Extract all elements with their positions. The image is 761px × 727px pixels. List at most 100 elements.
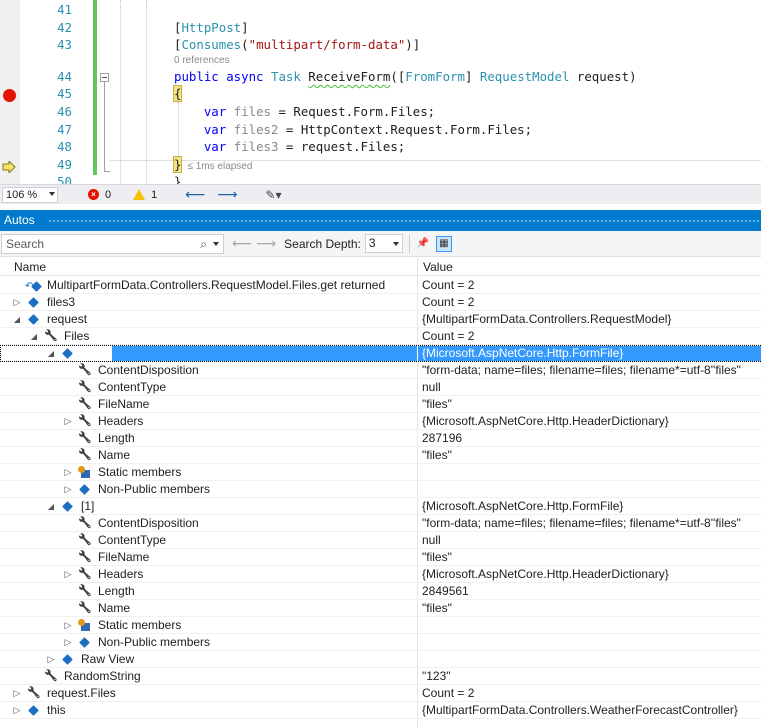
- table-row[interactable]: ▷ Static members: [0, 464, 761, 481]
- column-header-value[interactable]: Value: [423, 260, 453, 274]
- collapse-arrow-icon[interactable]: ◢: [46, 498, 56, 515]
- table-row[interactable]: 🔧 Length 2849561: [0, 583, 761, 600]
- variable-value[interactable]: Count = 2: [422, 685, 760, 702]
- variable-value[interactable]: "files": [422, 600, 760, 617]
- autos-window-title[interactable]: Autos: [0, 210, 761, 231]
- variable-value[interactable]: null: [422, 379, 760, 396]
- table-row[interactable]: 🔧 Length 287196: [0, 430, 761, 447]
- code-cleanup-icon[interactable]: ✎▾: [265, 188, 281, 202]
- table-row[interactable]: 🔧 Name "files": [0, 447, 761, 464]
- hex-display-icon[interactable]: ▦: [435, 235, 452, 252]
- variable-value[interactable]: Count = 2: [422, 328, 760, 345]
- expand-arrow-icon[interactable]: ▷: [46, 651, 56, 668]
- code-text[interactable]: }: [174, 173, 181, 184]
- chevron-down-icon: [49, 191, 55, 196]
- variable-value[interactable]: "files": [422, 447, 760, 464]
- variable-value[interactable]: "files": [422, 549, 760, 566]
- code-text[interactable]: [HttpPost]: [174, 19, 249, 37]
- search-previous-icon[interactable]: ⟵: [232, 235, 252, 252]
- property-wrench-icon: 🔧: [78, 381, 92, 393]
- variable-value[interactable]: 287196: [422, 430, 760, 447]
- variable-value[interactable]: Count = 2: [422, 277, 760, 294]
- variable-value[interactable]: {MultipartFormData.Controllers.WeatherFo…: [422, 702, 760, 719]
- code-line: 46 var files = Request.Form.Files;: [0, 103, 761, 121]
- table-row[interactable]: 🔧 ContentType null: [0, 379, 761, 396]
- expand-arrow-icon[interactable]: ▷: [63, 566, 73, 583]
- chevron-down-icon[interactable]: [213, 241, 219, 246]
- expand-arrow-icon[interactable]: ▷: [63, 634, 73, 651]
- object-icon: [27, 313, 41, 326]
- zoom-dropdown[interactable]: 106 %: [2, 186, 58, 203]
- table-row[interactable]: ▷ 🔧 request.Files Count = 2: [0, 685, 761, 702]
- collapse-arrow-icon[interactable]: ◢: [29, 328, 39, 345]
- variable-value[interactable]: {Microsoft.AspNetCore.Http.HeaderDiction…: [422, 566, 760, 583]
- collapse-arrow-icon[interactable]: ◢: [46, 345, 56, 362]
- table-row[interactable]: ▷ this {MultipartFormData.Controllers.Weat…: [0, 702, 761, 719]
- table-row[interactable]: ▷ Non-Public members: [0, 634, 761, 651]
- warning-count[interactable]: 1: [133, 189, 157, 201]
- table-row[interactable]: 🔧 Name "files": [0, 600, 761, 617]
- search-input[interactable]: [2, 236, 192, 251]
- search-box[interactable]: ⌕: [1, 233, 224, 254]
- search-icon[interactable]: ⌕: [200, 237, 207, 252]
- table-row[interactable]: ▷ Raw View: [0, 651, 761, 668]
- pin-icon[interactable]: 📌: [415, 236, 431, 252]
- search-depth-dropdown[interactable]: 3: [364, 234, 403, 253]
- table-row[interactable]: ▷ 🔧 Headers {Microsoft.AspNetCore.Http.Head…: [0, 566, 761, 583]
- property-wrench-icon: 🔧: [44, 670, 58, 682]
- code-text[interactable]: {: [172, 85, 183, 103]
- variable-value[interactable]: "form-data; name=files; filename=files; …: [422, 362, 760, 379]
- code-text[interactable]: var files3 = request.Files;: [174, 138, 405, 156]
- variable-name: Static members: [98, 618, 182, 632]
- table-row[interactable]: 🔧 FileName "files": [0, 549, 761, 566]
- code-text[interactable]: [Consumes("multipart/form-data")]: [174, 36, 420, 54]
- expand-arrow-icon[interactable]: ▷: [63, 481, 73, 498]
- table-row[interactable]: ◢ request {MultipartFormData.Controllers.R…: [0, 311, 761, 328]
- references-link[interactable]: 0 references: [174, 54, 230, 68]
- variable-value[interactable]: 2849561: [422, 583, 760, 600]
- table-row[interactable]: 🔧 ContentDisposition "form-data; name=file…: [0, 362, 761, 379]
- table-row[interactable]: ◢ [1] {Microsoft.AspNetCore.Http.FormFile}: [0, 498, 761, 515]
- code-text[interactable]: var files2 = HttpContext.Request.Form.Fi…: [174, 121, 532, 139]
- table-row[interactable]: 🔧 FileName "files": [0, 396, 761, 413]
- table-row[interactable]: ▷ Static members: [0, 617, 761, 634]
- variable-value[interactable]: "form-data; name=files; filename=files; …: [422, 515, 760, 532]
- table-row[interactable]: ↶ MultipartFormData.Controllers.RequestMo…: [0, 277, 761, 294]
- table-row[interactable]: 🔧 ContentDisposition "form-data; name=file…: [0, 515, 761, 532]
- table-row[interactable]: ◢ 🔧 Files Count = 2: [0, 328, 761, 345]
- navigate-forward-icon[interactable]: ⟶: [217, 186, 237, 203]
- code-text[interactable]: public async Task ReceiveForm([FromForm]…: [174, 68, 637, 86]
- expand-arrow-icon[interactable]: ▷: [63, 413, 73, 430]
- expand-arrow-icon[interactable]: ▷: [12, 685, 22, 702]
- expand-arrow-icon[interactable]: ▷: [12, 702, 22, 719]
- code-text[interactable]: var files = Request.Form.Files;: [174, 103, 435, 121]
- expand-arrow-icon[interactable]: ▷: [63, 464, 73, 481]
- column-header-name[interactable]: Name: [14, 260, 46, 274]
- table-row[interactable]: ▷ Non-Public members: [0, 481, 761, 498]
- variable-value[interactable]: {MultipartFormData.Controllers.RequestMo…: [422, 311, 760, 328]
- variable-value[interactable]: Count = 2: [422, 294, 760, 311]
- variable-value[interactable]: "123": [422, 668, 760, 685]
- code-line: 43 [Consumes("multipart/form-data")]: [0, 36, 761, 54]
- collapse-arrow-icon[interactable]: ◢: [12, 311, 22, 328]
- navigate-backward-icon[interactable]: ⟵: [185, 186, 205, 203]
- search-next-icon[interactable]: ⟶: [256, 235, 276, 252]
- table-row[interactable]: 🔧 RandomString "123": [0, 668, 761, 685]
- line-number: 43: [57, 37, 72, 53]
- code-editor[interactable]: 41 42 [HttpPost] 43 [Consumes("multipart/for…: [0, 0, 761, 184]
- table-row[interactable]: ◢ [0] {Microsoft.AspNetCore.Http.FormFile}: [0, 345, 761, 362]
- variable-name: files3: [47, 295, 76, 309]
- table-row[interactable]: ▷ files3 Count = 2: [0, 294, 761, 311]
- variable-value[interactable]: {Microsoft.AspNetCore.Http.FormFile}: [422, 498, 760, 515]
- error-count[interactable]: × 0: [88, 189, 111, 201]
- variable-value[interactable]: null: [422, 532, 760, 549]
- variable-value[interactable]: {Microsoft.AspNetCore.Http.HeaderDiction…: [422, 413, 760, 430]
- expand-arrow-icon[interactable]: ▷: [12, 294, 22, 311]
- expand-arrow-icon[interactable]: ▷: [63, 617, 73, 634]
- table-row[interactable]: ▷ 🔧 Headers {Microsoft.AspNetCore.Http.Head…: [0, 413, 761, 430]
- variable-value[interactable]: {Microsoft.AspNetCore.Http.FormFile}: [422, 345, 760, 362]
- code-token: files3: [233, 139, 279, 155]
- perf-tip[interactable]: ≤ 1ms elapsed: [187, 161, 252, 172]
- table-row[interactable]: 🔧 ContentType null: [0, 532, 761, 549]
- variable-value[interactable]: "files": [422, 396, 760, 413]
